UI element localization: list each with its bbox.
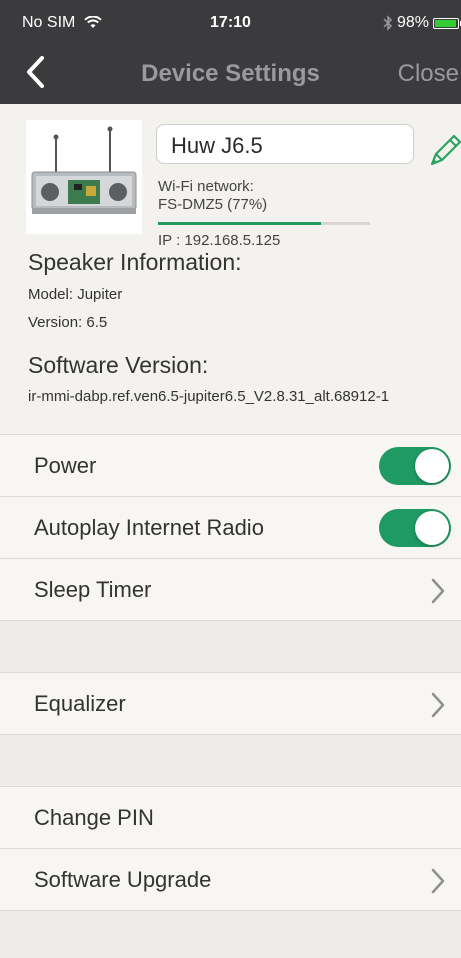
chevron-right-icon xyxy=(431,692,445,718)
section-spacer xyxy=(0,620,461,672)
device-info-panel: Huw J6.5 Wi-Fi network: FS-DMZ5 (77%) IP… xyxy=(0,104,461,434)
autoplay-row[interactable]: Autoplay Internet Radio xyxy=(0,496,461,558)
autoplay-toggle-knob xyxy=(415,511,449,545)
bottom-spacer xyxy=(0,910,461,958)
chevron-right-icon xyxy=(431,578,445,604)
status-right: 98% xyxy=(383,14,461,32)
bluetooth-icon xyxy=(383,15,393,31)
software-version-title: Software Version: xyxy=(28,352,209,378)
wifi-network: FS-DMZ5 (77%) xyxy=(158,196,268,213)
ip-address: IP : 192.168.5.125 xyxy=(158,232,281,249)
device-image xyxy=(26,120,142,234)
wifi-label: Wi-Fi network: xyxy=(158,178,254,195)
wifi-info: Wi-Fi network: FS-DMZ5 (77%) xyxy=(158,178,267,214)
chevron-right-icon xyxy=(431,868,445,894)
close-button[interactable]: Close xyxy=(398,60,459,88)
sleep-timer-label: Sleep Timer xyxy=(34,577,152,602)
speaker-version: Version: 6.5 xyxy=(28,314,108,331)
change-pin-label: Change PIN xyxy=(34,805,154,830)
autoplay-label: Autoplay Internet Radio xyxy=(34,515,264,540)
software-upgrade-label: Software Upgrade xyxy=(34,867,212,892)
battery-icon xyxy=(433,17,461,29)
pencil-icon[interactable] xyxy=(426,130,461,170)
device-name-input[interactable]: Huw J6.5 xyxy=(156,124,414,164)
sleep-timer-row[interactable]: Sleep Timer xyxy=(0,558,461,620)
battery-percent: 98% xyxy=(396,14,429,31)
battery-fill xyxy=(435,19,456,27)
status-bar: No SIM 17:10 98% xyxy=(0,0,461,40)
change-pin-row[interactable]: Change PIN xyxy=(0,786,461,848)
power-label: Power xyxy=(34,453,97,478)
nav-bar: Device Settings Close xyxy=(0,44,461,100)
wifi-strength-bar xyxy=(158,222,370,225)
equalizer-label: Equalizer xyxy=(34,691,126,716)
speaker-info-title: Speaker Information: xyxy=(28,249,242,275)
section-spacer xyxy=(0,734,461,786)
power-toggle[interactable] xyxy=(379,447,451,485)
autoplay-toggle[interactable] xyxy=(379,509,451,547)
equalizer-row[interactable]: Equalizer xyxy=(0,672,461,734)
wifi-strength-fill xyxy=(158,222,322,225)
speaker-model: Model: Jupiter xyxy=(28,286,123,303)
software-upgrade-row[interactable]: Software Upgrade xyxy=(0,848,461,910)
power-toggle-knob xyxy=(415,449,449,483)
power-row[interactable]: Power xyxy=(0,434,461,496)
software-version-value: ir-mmi-dabp.ref.ven6.5-jupiter6.5_V2.8.3… xyxy=(28,388,390,405)
page-title: Device Settings xyxy=(141,60,320,87)
